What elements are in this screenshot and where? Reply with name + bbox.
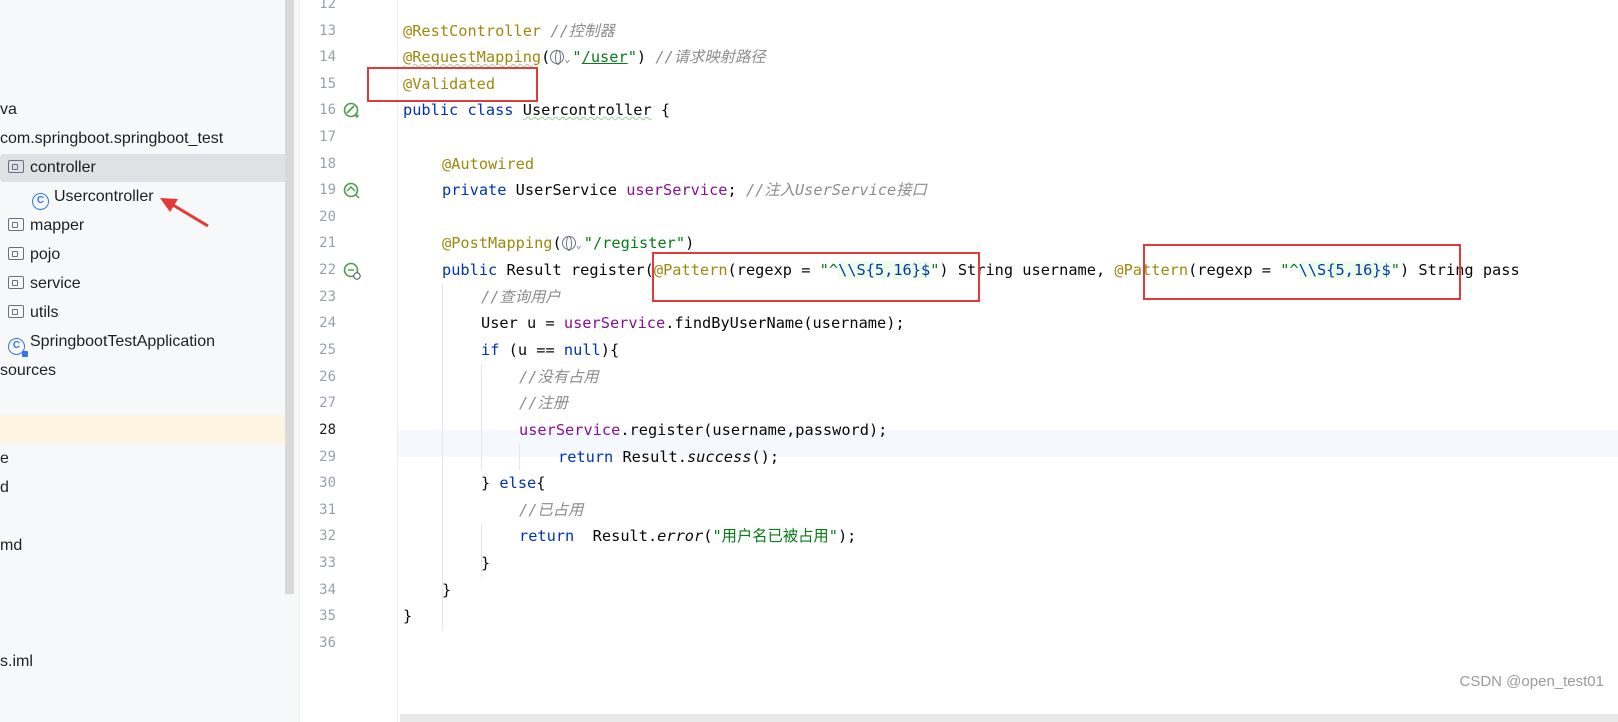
highlight-box-pattern-password (1143, 244, 1461, 300)
autowired-bean-gutter-icon[interactable] (343, 182, 361, 200)
line-number: 29 (319, 449, 336, 465)
tree-item-highlighted-empty[interactable] (0, 415, 291, 443)
code-line-24: User u = userService.findByUserName(user… (481, 314, 905, 332)
line-number: 33 (319, 555, 336, 571)
web-endpoint-globe-icon[interactable] (561, 236, 576, 251)
code-line-33: } (481, 554, 491, 572)
tree-item-controller[interactable]: controller (0, 154, 291, 182)
tree-item-label: SpringbootTestApplication (30, 333, 216, 350)
highlight-box-pattern-username (652, 252, 980, 302)
package-folder-icon (8, 247, 24, 260)
line-number: 18 (319, 156, 336, 172)
line-number: 23 (319, 289, 336, 305)
web-endpoint-globe-icon[interactable] (550, 50, 565, 65)
tree-item-java-partial[interactable]: va (0, 96, 17, 124)
tree-item-springboot-app[interactable]: C SpringbootTestApplication (0, 328, 216, 357)
code-line-23: //查询用户 (481, 288, 561, 306)
tree-item-label: md (0, 537, 23, 554)
code-editor[interactable]: 12 13 14 15 16 17 18 19 20 21 22 23 24 2… (300, 0, 1618, 722)
code-line-18: @Autowired (442, 155, 535, 173)
line-number-current: 28 (319, 422, 336, 438)
tree-item-package[interactable]: com.springboot.springboot_test (0, 125, 223, 153)
tree-item-usercontroller[interactable]: C Usercontroller (0, 183, 154, 211)
tree-item-label: utils (30, 304, 59, 321)
tree-item-label: pojo (30, 246, 61, 263)
code-line-13: @RestController //控制器 (403, 22, 615, 40)
code-line-27: //注册 (519, 394, 569, 412)
tree-item-label: s.iml (0, 653, 33, 670)
tree-item-label: sources (0, 362, 57, 379)
editor-gutter: 12 13 14 15 16 17 18 19 20 21 22 23 24 2… (300, 0, 398, 722)
tree-item-label: Usercontroller (54, 188, 154, 205)
line-number: 13 (319, 23, 336, 39)
line-number: 27 (319, 395, 336, 411)
tree-item-label: va (0, 101, 17, 118)
code-line-28: userService.register(username,password); (519, 421, 888, 439)
tree-item-label: e (0, 450, 9, 467)
line-number: 34 (319, 582, 336, 598)
chevron-down-icon[interactable]: ⌄ (576, 240, 582, 251)
tree-item-label: service (30, 275, 81, 292)
tree-item-partial-e[interactable]: e (0, 445, 9, 473)
code-line-29: return Result.success(); (558, 448, 780, 466)
code-line-26: //没有占用 (519, 368, 599, 386)
line-number: 20 (319, 209, 336, 225)
tree-item-label: controller (30, 159, 96, 176)
chevron-down-icon[interactable]: ⌄ (564, 54, 570, 65)
tree-item-label: d (0, 479, 9, 496)
line-number: 35 (319, 608, 336, 624)
tree-item-partial-md[interactable]: md (0, 532, 22, 560)
line-number: 17 (319, 129, 336, 145)
tree-item-service[interactable]: service (0, 270, 81, 298)
tree-item-label: mapper (30, 217, 85, 234)
line-number: 22 (319, 262, 336, 278)
spring-bean-gutter-icon[interactable] (343, 102, 361, 120)
tree-item-partial-iml[interactable]: s.iml (0, 648, 33, 676)
tree-item-utils[interactable]: utils (0, 299, 58, 327)
tree-item-resources-partial[interactable]: sources (0, 357, 56, 385)
package-folder-icon (8, 160, 24, 173)
current-line-highlight (300, 430, 1618, 457)
tree-item-partial-d[interactable]: d (0, 474, 9, 502)
endpoint-gutter-icon[interactable] (343, 262, 361, 280)
line-number: 16 (319, 102, 336, 118)
spring-boot-class-icon: C (8, 338, 28, 357)
line-number: 24 (319, 315, 336, 331)
line-number: 15 (319, 76, 336, 92)
package-folder-icon (8, 218, 24, 231)
tree-item-pojo[interactable]: pojo (0, 241, 60, 269)
tree-item-label: com.springboot.springboot_test (0, 130, 224, 147)
red-arrow-annotation-icon (160, 198, 209, 228)
code-line-35: } (403, 607, 413, 625)
line-number: 14 (319, 49, 336, 65)
line-number: 21 (319, 235, 336, 251)
tree-item-mapper[interactable]: mapper (0, 212, 84, 240)
code-line-19: private UserService userService; //注入Use… (442, 181, 927, 199)
line-number: 31 (319, 502, 336, 518)
code-line-30: } else{ (481, 474, 546, 492)
sidebar-scrollbar[interactable] (285, 0, 294, 594)
indent-guide (481, 364, 482, 470)
line-number: 26 (319, 369, 336, 385)
code-line-25: if (u == null){ (481, 341, 620, 359)
code-line-34: } (442, 581, 452, 599)
project-tree-panel: va com.springboot.springboot_test contro… (0, 0, 300, 722)
line-number: 32 (319, 528, 336, 544)
watermark: CSDN @open_test01 (1459, 673, 1604, 690)
package-folder-icon (8, 305, 24, 318)
line-number: 19 (319, 182, 336, 198)
java-class-icon: C (32, 193, 49, 210)
line-number: 30 (319, 475, 336, 491)
code-line-32: return Result.error("用户名已被占用"); (519, 527, 857, 545)
highlight-box-validated (367, 67, 538, 102)
horizontal-scrollbar[interactable] (400, 714, 1618, 722)
indent-guide (519, 444, 520, 470)
line-number: 12 (319, 0, 336, 12)
package-folder-icon (8, 276, 24, 289)
line-number: 25 (319, 342, 336, 358)
line-number: 36 (319, 635, 336, 651)
code-line-31: //已占用 (519, 501, 584, 519)
